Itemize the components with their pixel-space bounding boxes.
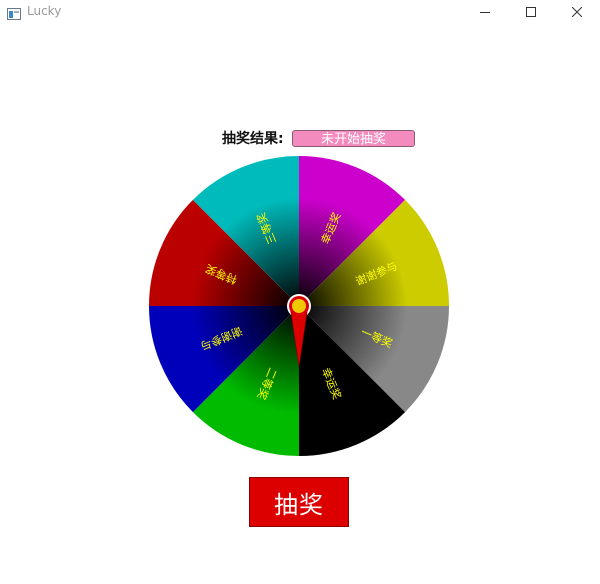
draw-button[interactable]: 抽奖: [249, 477, 349, 527]
app-icon: [7, 5, 21, 20]
minimize-button[interactable]: [462, 0, 508, 24]
result-value-display: 未开始抽奖: [292, 130, 415, 147]
close-button[interactable]: [554, 0, 600, 24]
maximize-button[interactable]: [508, 0, 554, 24]
prize-wheel: 幸运奖谢谢参与一等奖幸运奖二等奖谢谢参与特等奖三等奖: [149, 156, 449, 456]
pointer-hub: [292, 299, 306, 313]
maximize-icon: [526, 7, 536, 17]
window-title: Lucky: [27, 4, 62, 18]
result-label: 抽奖结果:: [222, 131, 284, 147]
close-icon: [572, 7, 582, 17]
minimize-icon: [480, 12, 490, 13]
title-bar: Lucky: [0, 0, 600, 24]
